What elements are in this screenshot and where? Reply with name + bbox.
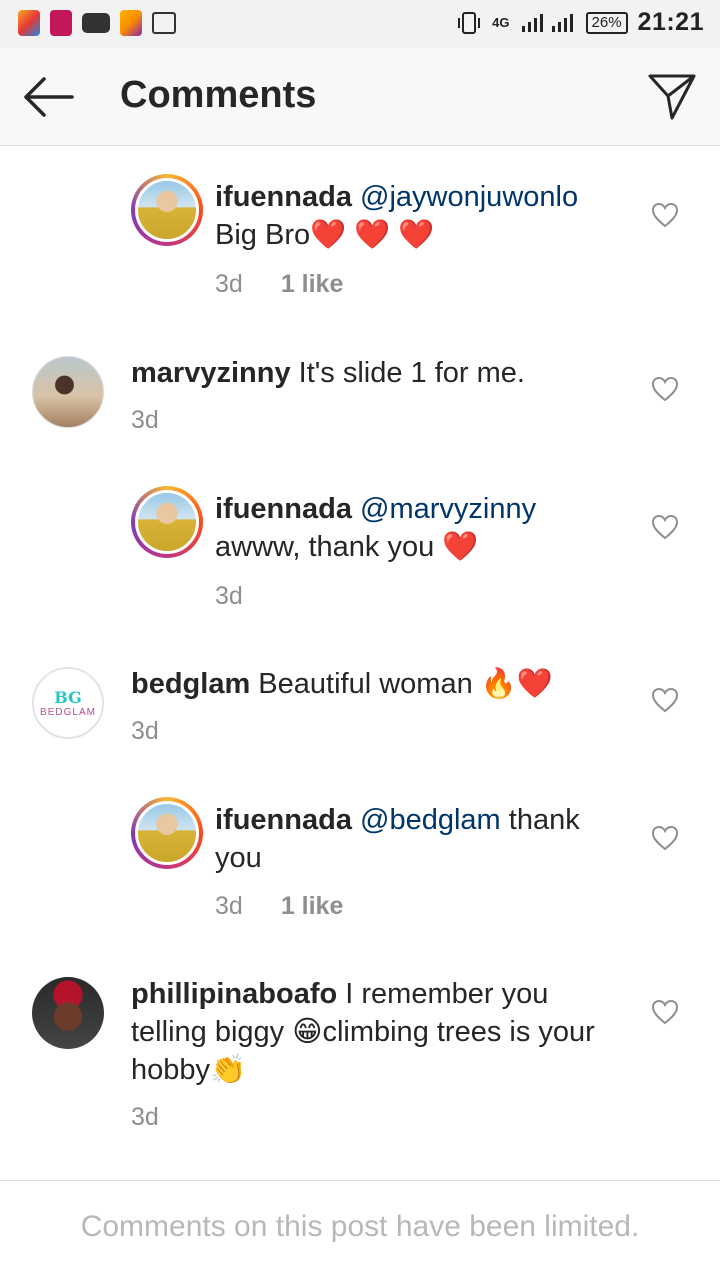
comment-time: 3d [131,406,159,434]
comment-mention[interactable]: @bedglam [360,804,501,836]
avatar[interactable] [32,977,104,1049]
network-label: 4G [492,15,510,30]
comment-text: Beautiful woman 🔥❤️ [250,668,553,700]
comment-time: 3d [215,892,243,920]
like-heart-icon[interactable] [651,202,679,228]
comment-time: 3d [215,270,243,298]
comment-mention[interactable]: @marvyzinny [360,493,536,525]
comment-username[interactable]: ifuennada [215,181,352,213]
like-heart-icon[interactable] [651,687,679,713]
comment-meta: 3d [131,406,159,435]
comment-meta: 3d [215,582,243,611]
avatar[interactable] [32,356,104,428]
top-bar: Comments [0,48,720,146]
comment-time: 3d [131,1103,159,1131]
vibrate-icon [458,11,481,34]
footer-divider [0,1180,720,1181]
comment-text: Big Bro❤️ ❤️ ❤️ [215,219,435,251]
avatar[interactable]: BG BEDGLAM [32,667,104,739]
notification-icons [18,10,176,36]
avatar[interactable] [131,486,203,558]
comment-username[interactable]: ifuennada [215,804,352,836]
like-heart-icon[interactable] [651,999,679,1025]
like-heart-icon[interactable] [651,376,679,402]
battery-indicator: 26% [585,11,628,34]
comment-meta: 3d 1 like [215,270,343,299]
comment-text: It's slide 1 for me. [290,357,525,389]
signal-icon [521,13,573,32]
back-arrow-icon[interactable] [20,72,74,122]
like-heart-icon[interactable] [651,514,679,540]
comment-meta: 3d [131,1103,159,1132]
comment-text: awww, thank you ❤️ [215,531,479,563]
app-notification-icon [120,10,142,36]
send-direct-icon[interactable] [646,70,698,122]
comment-time: 3d [215,582,243,610]
gallery-icon [152,12,176,34]
comment-meta: 3d [131,717,159,746]
comment-time: 3d [131,717,159,745]
comment-username[interactable]: ifuennada [215,493,352,525]
comments-limited-notice: Comments on this post have been limited. [80,1210,640,1243]
comment-meta: 3d 1 like [215,892,343,921]
bedglam-logo-mark: BG [54,688,82,707]
comment-likes[interactable]: 1 like [281,270,344,298]
page-title: Comments [120,74,317,116]
avatar[interactable] [131,797,203,869]
clock: 21:21 [637,8,704,36]
bedglam-logo-text: BEDGLAM [40,707,96,718]
status-right: 4G 26% 21:21 [456,8,704,37]
comment-mention[interactable]: @jaywonjuwonlo [360,181,578,213]
comment-likes[interactable]: 1 like [281,892,344,920]
app-notification-icon [18,10,40,36]
youtube-icon [82,13,110,33]
comment-username[interactable]: marvyzinny [131,357,291,389]
status-bar: 4G 26% 21:21 [0,0,720,48]
comment-username[interactable]: bedglam [131,668,250,700]
avatar[interactable] [131,174,203,246]
like-heart-icon[interactable] [651,825,679,851]
app-notification-icon [50,10,72,36]
comment-username[interactable]: phillipinaboafo [131,978,337,1010]
